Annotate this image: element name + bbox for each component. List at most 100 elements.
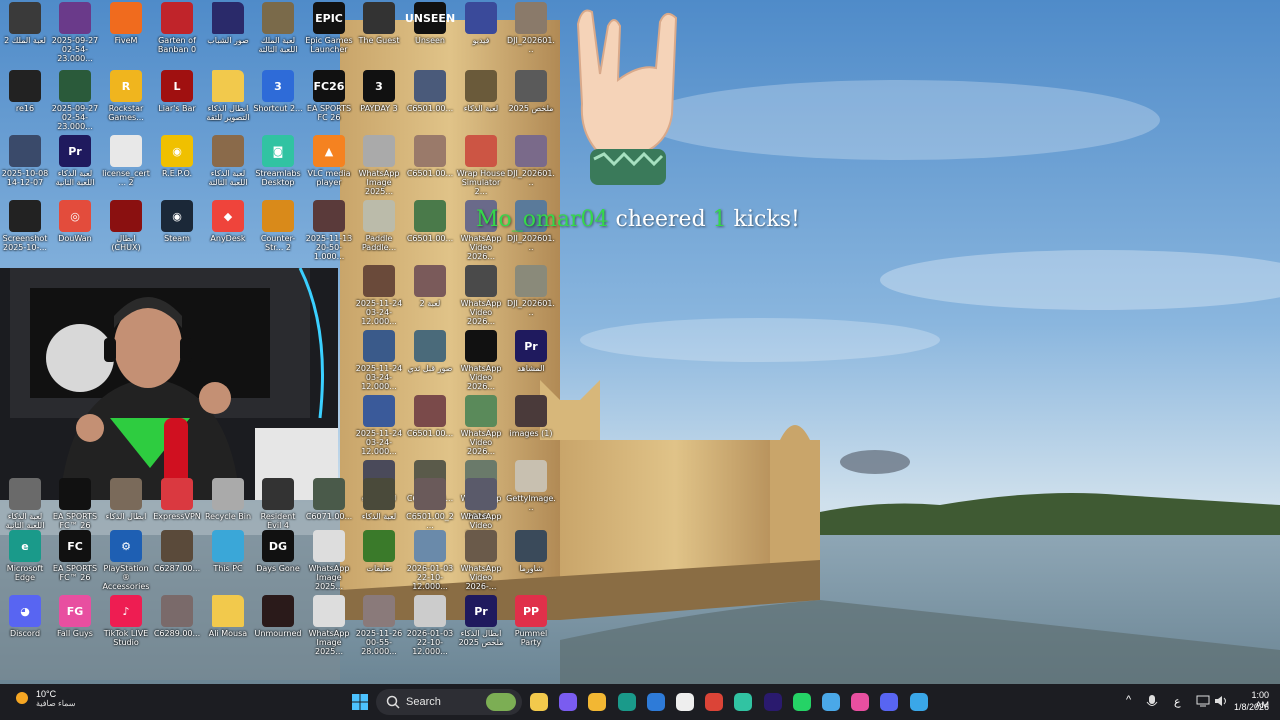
desktop-icon[interactable]: EPIC Epic Games Launcher — [304, 2, 354, 54]
desktop-icon[interactable]: Counter-Str... 2 — [253, 200, 303, 252]
desktop-icon[interactable]: 2025-11-26 00-55-28.000... — [354, 595, 404, 656]
desktop-icon[interactable]: FiveM — [101, 2, 151, 45]
desktop-icon[interactable]: ◕ Discord — [0, 595, 50, 638]
taskbar-app-button[interactable] — [701, 689, 727, 715]
desktop-icon[interactable]: لعبة الذكاء اللعبة الثالثة — [203, 135, 253, 187]
desktop-icon[interactable]: 2026-01-03 22-10-12.000... — [405, 530, 455, 591]
desktop-icon[interactable]: ابطال الذكاء — [101, 478, 151, 521]
desktop-icon[interactable]: Ali Mousa — [203, 595, 253, 638]
taskbar-app-button[interactable] — [643, 689, 669, 715]
taskbar-app-button[interactable] — [847, 689, 873, 715]
desktop-icon[interactable]: تعليقات — [354, 530, 404, 573]
desktop-icon[interactable]: ◉ R.E.P.O. — [152, 135, 202, 178]
desktop-icon[interactable]: C6289.00... — [152, 595, 202, 638]
taskbar-app-button[interactable] — [555, 689, 581, 715]
volume-icon[interactable] — [1214, 695, 1228, 707]
desktop-icon[interactable]: UNSEEN Unseen — [405, 2, 455, 45]
desktop-icon[interactable]: DJI_202601... — [506, 265, 556, 317]
desktop-icon[interactable]: ◉ Steam — [152, 200, 202, 243]
taskbar-app-button[interactable] — [584, 689, 610, 715]
desktop-icon[interactable]: 2025-11-24 03-24-12.000... — [354, 395, 404, 456]
desktop-icon[interactable]: ◎ DouWan — [50, 200, 100, 243]
desktop-icon[interactable]: WhatsApp Image 2025... — [304, 595, 354, 656]
desktop-icon[interactable]: 2025-09-27 02-54-23.000... — [50, 70, 100, 131]
desktop-icon[interactable]: 3 PAYDAY 3 — [354, 70, 404, 113]
desktop-icon[interactable]: This PC — [203, 530, 253, 573]
desktop-icon[interactable]: لعبة الذكاء اللعبة الثانية — [0, 478, 50, 530]
desktop-icon[interactable]: C6501.00... — [405, 135, 455, 178]
desktop-icon[interactable]: FC26 EA SPORTS FC 26 — [304, 70, 354, 122]
desktop-icon[interactable]: Unmourned — [253, 595, 303, 638]
input-language[interactable]: ع — [1174, 695, 1181, 708]
desktop-icon[interactable]: ابطال الذكاء التصوير للثقة — [203, 70, 253, 122]
desktop-icon[interactable]: Resident Evil 4 — [253, 478, 303, 530]
desktop-icon[interactable]: Screenshot 2025-10-... — [0, 200, 50, 252]
taskbar-app-button[interactable] — [614, 689, 640, 715]
desktop-icon[interactable]: 2025-09-27 02-54-23.000... — [50, 2, 100, 63]
desktop-icon[interactable]: Paddle Paddle... — [354, 200, 404, 252]
desktop-icon[interactable]: Garten of Banban 0 — [152, 2, 202, 54]
clock-date[interactable]: 1/8/2026 — [1227, 702, 1269, 712]
desktop-icon[interactable]: ابطال (CHUX) — [101, 200, 151, 252]
desktop-icon[interactable]: DJI_202601... — [506, 2, 556, 54]
show-hidden-icons-chevron-icon[interactable]: ^ — [1126, 694, 1131, 706]
desktop-icon[interactable]: C6287.00... — [152, 530, 202, 573]
desktop-icon[interactable]: لعبة الملك اللعبة الثالثة — [253, 2, 303, 54]
desktop-icon[interactable]: Pr ابطال الذكاء ملخص 2025 — [456, 595, 506, 647]
desktop-icon[interactable]: C6501.00_2... — [405, 478, 455, 530]
start-button[interactable] — [347, 689, 373, 715]
desktop-icon[interactable]: C6501.00... — [405, 200, 455, 243]
desktop-icon[interactable]: ▲ VLC media player — [304, 135, 354, 187]
desktop-icon[interactable]: ملخص 2025 — [506, 70, 556, 113]
desktop-icon[interactable]: The Guest — [354, 2, 404, 45]
desktop-icon[interactable]: لعبة الذكاء — [354, 478, 404, 521]
desktop-icon[interactable]: صور قبل ثدي — [405, 330, 455, 373]
desktop-icon[interactable]: شاورما — [506, 530, 556, 573]
desktop-icon[interactable]: FC EA SPORTS FC™ 26 — [50, 530, 100, 582]
desktop-icon[interactable]: ExpressVPN — [152, 478, 202, 521]
desktop-icon[interactable]: 2025-11-13 20-50-1.000... — [304, 200, 354, 261]
desktop-icon[interactable]: license_cert... 2 — [101, 135, 151, 187]
weather-widget[interactable]: 10°C سماء صافية — [12, 688, 76, 708]
desktop-icon[interactable]: C6501.00... — [405, 70, 455, 113]
taskbar-app-button[interactable] — [906, 689, 932, 715]
desktop-icon[interactable]: images (1) — [506, 395, 556, 438]
desktop-icon[interactable]: 2025-10-08 14-12-07 — [0, 135, 50, 187]
network-icon[interactable] — [1196, 695, 1210, 707]
desktop-icon[interactable]: Pr المشاهد — [506, 330, 556, 373]
desktop-icon[interactable]: صور الشباب — [203, 2, 253, 45]
desktop-icon[interactable]: ◆ AnyDesk — [203, 200, 253, 243]
desktop-icon[interactable]: ♪ TikTok LIVE Studio — [101, 595, 151, 647]
desktop-icon[interactable]: re16 — [0, 70, 50, 113]
desktop-icon[interactable]: ⚙ PlayStation® Accessories — [101, 530, 151, 591]
desktop-icon[interactable]: EA SPORTS FC™ 26 — [50, 478, 100, 530]
desktop-icon[interactable]: فيديو — [456, 2, 506, 45]
desktop-icon[interactable]: WhatsApp Image 2025... — [354, 135, 404, 196]
desktop-icon[interactable]: WhatsApp Video 2026-... — [456, 530, 506, 591]
taskbar-app-button[interactable] — [818, 689, 844, 715]
taskbar-app-button[interactable] — [789, 689, 815, 715]
desktop-icon[interactable]: لعبة الذكاء — [456, 70, 506, 113]
desktop-icon[interactable]: L Liar's Bar — [152, 70, 202, 113]
desktop-icon[interactable]: 3 Shortcut 2... — [253, 70, 303, 113]
desktop-icon[interactable]: GettyImage... — [506, 460, 556, 512]
desktop-icon[interactable]: DJI_202601... — [506, 135, 556, 187]
desktop-icon[interactable]: 2025-11-24 03-24-12.000... — [354, 265, 404, 326]
taskbar-search[interactable]: Search — [376, 689, 522, 715]
microphone-icon[interactable] — [1146, 694, 1158, 710]
desktop-icon[interactable]: Wrap House Simulator 2... — [456, 135, 506, 196]
desktop-icon[interactable]: لعبة 2 — [405, 265, 455, 308]
taskbar-app-button[interactable] — [526, 689, 552, 715]
desktop-icon[interactable]: e Microsoft Edge — [0, 530, 50, 582]
desktop-icon[interactable]: Recycle Bin — [203, 478, 253, 521]
taskbar-app-button[interactable] — [672, 689, 698, 715]
desktop-icon[interactable]: C6501.00... — [405, 395, 455, 438]
taskbar-app-button[interactable] — [730, 689, 756, 715]
desktop-icon[interactable]: DG Days Gone — [253, 530, 303, 573]
desktop-icon[interactable]: R Rockstar Games... — [101, 70, 151, 122]
desktop-icon[interactable]: PP Pummel Party — [506, 595, 556, 647]
desktop-icon[interactable]: WhatsApp Image 2025... — [304, 530, 354, 591]
desktop-icon[interactable]: C6071.00... — [304, 478, 354, 521]
taskbar-app-button[interactable] — [876, 689, 902, 715]
desktop-icon[interactable]: Pr لعبة الذكاء اللعبة الثانية — [50, 135, 100, 187]
